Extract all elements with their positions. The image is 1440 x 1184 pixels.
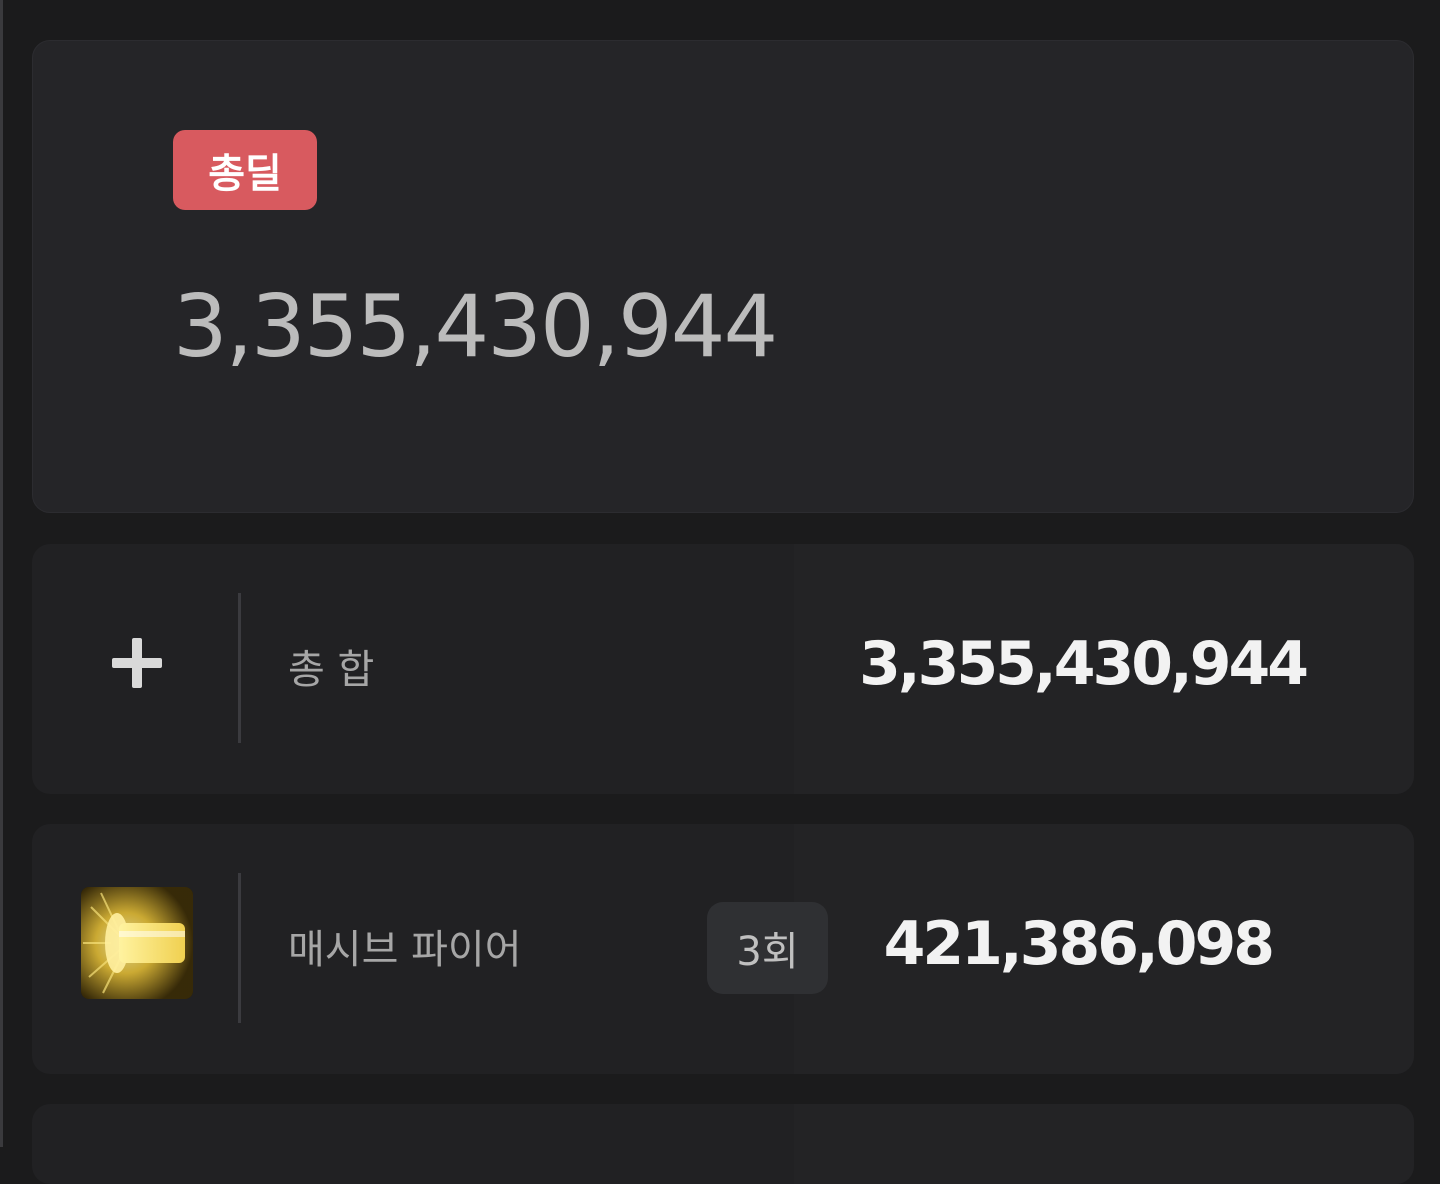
plus-icon [112, 638, 162, 688]
row-label: 매시브 파이어 [288, 927, 522, 973]
total-damage-card: 총딜 3,355,430,944 [32, 40, 1414, 513]
damage-row-skill[interactable]: 매시브 파이어 3회 421,386,098 [32, 824, 1414, 1074]
row-icon-slot [80, 886, 194, 1000]
row-icon-slot [80, 606, 194, 720]
massive-fire-skill-icon [81, 887, 193, 999]
left-frame-edge [0, 0, 3, 1147]
row-divider [238, 873, 241, 1023]
hit-count-badge: 3회 [707, 902, 828, 994]
row-value-shade [794, 1104, 1414, 1184]
row-damage-value: 421,386,098 [883, 909, 1275, 979]
damage-row-total[interactable]: 총 합 3,355,430,944 [32, 544, 1414, 794]
row-divider [238, 593, 241, 743]
damage-row-partial[interactable] [32, 1104, 1414, 1184]
row-damage-value: 3,355,430,944 [859, 629, 1309, 699]
total-damage-badge: 총딜 [173, 130, 317, 210]
row-label: 총 합 [288, 647, 375, 693]
total-damage-value: 3,355,430,944 [173, 277, 778, 377]
